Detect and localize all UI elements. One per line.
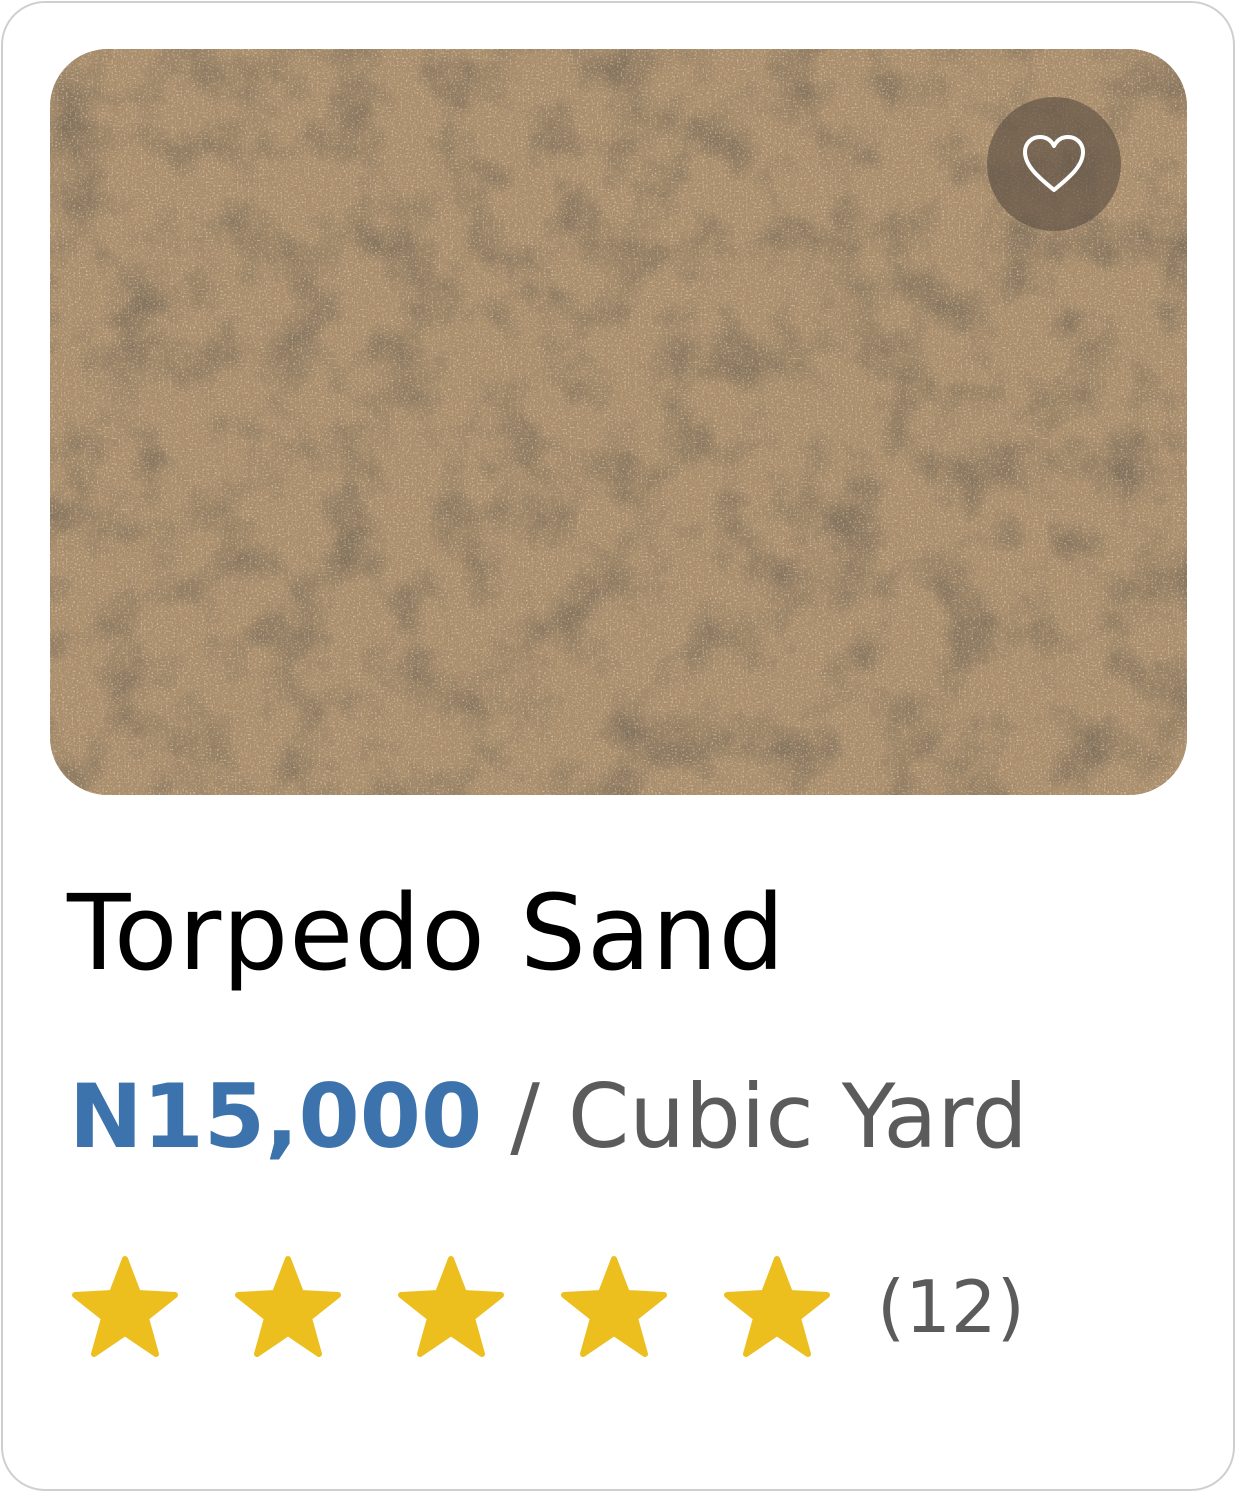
- price-value: N15,000: [69, 1065, 483, 1168]
- product-card[interactable]: Torpedo Sand N15,000 / Cubic Yard (12): [1, 1, 1235, 1491]
- product-title: Torpedo Sand: [67, 872, 786, 994]
- product-image[interactable]: [50, 49, 1187, 795]
- star-icon: [558, 1255, 670, 1359]
- price-row: N15,000 / Cubic Yard: [69, 1062, 1028, 1172]
- star-icon: [232, 1255, 344, 1359]
- price-separator: /: [482, 1065, 568, 1168]
- star-icon: [69, 1255, 181, 1359]
- star-icon: [721, 1255, 833, 1359]
- price-unit: Cubic Yard: [567, 1065, 1028, 1168]
- rating: (12): [69, 1255, 1049, 1359]
- star-icon: [395, 1255, 507, 1359]
- favorite-button[interactable]: [987, 97, 1121, 231]
- review-count[interactable]: (12): [877, 1259, 1025, 1355]
- heart-outline-icon: [1023, 135, 1085, 192]
